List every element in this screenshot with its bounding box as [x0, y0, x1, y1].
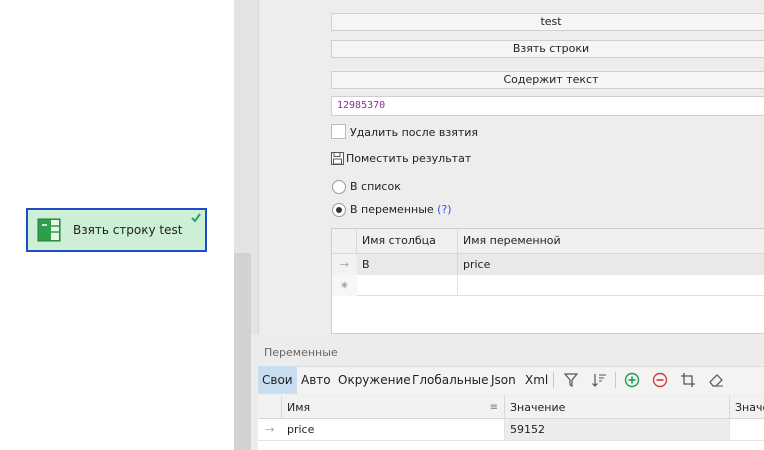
success-check-icon	[190, 212, 202, 224]
project-canvas[interactable]: Взять строку test	[0, 0, 234, 450]
mapping-row-column[interactable]: B	[357, 254, 458, 275]
variable-row-name[interactable]: price	[282, 419, 505, 441]
eraser-icon[interactable]	[708, 372, 724, 388]
crop-icon[interactable]	[680, 372, 696, 388]
search-value-input[interactable]: 12985370	[331, 96, 764, 116]
delete-after-take-checkbox[interactable]	[331, 124, 346, 139]
radio-to-variables[interactable]	[332, 203, 346, 217]
grid-header-variable-name[interactable]: Имя переменной	[458, 229, 764, 254]
toolbar-divider	[553, 372, 554, 388]
vars-header-value-extra[interactable]: Значе	[730, 396, 764, 419]
delete-after-take-label: Удалить после взятия	[350, 126, 479, 139]
save-icon	[331, 152, 344, 165]
vars-header-name[interactable]: Имя ≡	[282, 396, 505, 419]
filter-mode-button[interactable]: Содержит текст	[331, 71, 764, 89]
tab-environment[interactable]: Окружение	[334, 366, 415, 394]
action-block-label: Взять строку test	[73, 223, 183, 237]
tab-global[interactable]: Глобальные	[408, 366, 493, 394]
new-row-star-icon: ✷	[332, 275, 357, 296]
toolbar-divider	[615, 372, 616, 388]
radio-to-list-label: В список	[350, 180, 401, 193]
row-indicator-arrow-icon: →	[332, 254, 357, 275]
variable-row-extra[interactable]	[730, 419, 764, 441]
radio-to-variables-label: В переменные (?)	[350, 203, 452, 216]
vars-header-corner	[258, 396, 282, 419]
tab-own[interactable]: Свои	[258, 366, 297, 394]
new-row-column-cell[interactable]	[357, 275, 458, 296]
action-block-take-row[interactable]: Взять строку test	[26, 208, 207, 252]
grid-header-column-name[interactable]: Имя столбца	[357, 229, 458, 254]
sort-indicator-icon: ≡	[489, 402, 498, 413]
panel-splitter[interactable]	[234, 0, 251, 450]
sort-icon[interactable]	[591, 372, 607, 388]
operation-select-button[interactable]: Взять строки	[331, 40, 764, 58]
grid-header-corner	[332, 229, 357, 254]
help-link[interactable]: (?)	[437, 203, 451, 216]
variables-panel-title: Переменные	[264, 346, 338, 359]
filter-icon[interactable]	[563, 372, 579, 388]
row-indicator-arrow-icon: →	[258, 419, 282, 441]
panel-edge	[251, 0, 259, 335]
radio-to-list[interactable]	[332, 180, 346, 194]
table-select-button[interactable]: test	[331, 13, 764, 31]
variable-row-value[interactable]: 59152	[505, 419, 730, 441]
save-result-label: Поместить результат	[346, 152, 472, 165]
vars-header-value[interactable]: Значение	[505, 396, 730, 419]
new-row-variable-cell[interactable]	[458, 275, 764, 296]
mapping-row-variable[interactable]: price	[458, 254, 764, 275]
remove-icon[interactable]	[652, 372, 668, 388]
table-icon	[37, 218, 61, 242]
tab-auto[interactable]: Авто	[297, 366, 335, 394]
add-icon[interactable]	[624, 372, 640, 388]
tab-json[interactable]: Json	[487, 366, 520, 394]
tab-xml[interactable]: Xml	[521, 366, 552, 394]
column-mapping-grid: Имя столбца Имя переменной → B price ✷	[331, 228, 764, 334]
